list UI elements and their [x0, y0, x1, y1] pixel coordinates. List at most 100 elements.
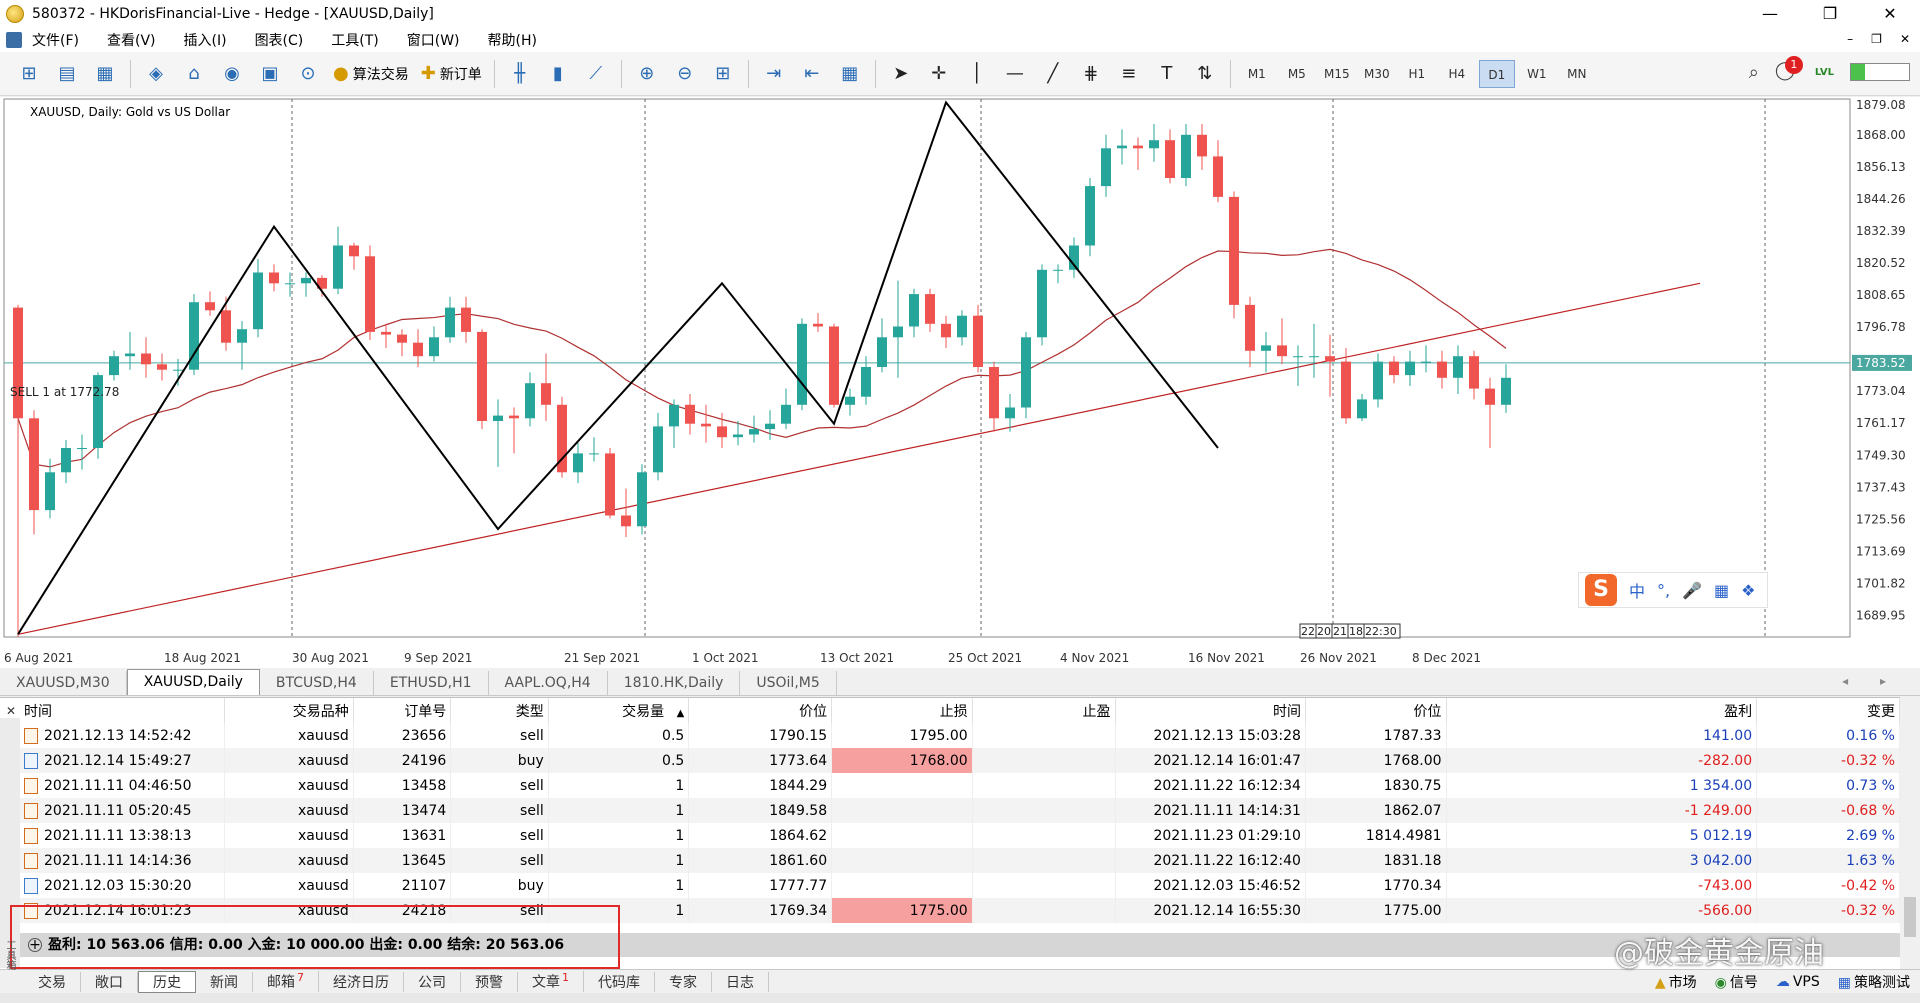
- table-row[interactable]: 2021.12.14 15:49:27 xauusd 24196 buy 0.5 1773…: [20, 748, 1900, 773]
- table-row[interactable]: 2021.12.03 15:30:20 xauusd 21107 buy 1 1777.7…: [20, 873, 1900, 898]
- close-terminal-icon[interactable]: ✕: [6, 704, 16, 718]
- col-take-profit[interactable]: 止盈: [972, 698, 1116, 723]
- chart-tab[interactable]: 1810.HK,Daily: [608, 671, 741, 695]
- document-icon[interactable]: [6, 32, 22, 48]
- chart-tab[interactable]: BTCUSD,H4: [260, 671, 374, 695]
- microphone-icon[interactable]: 🎤: [1682, 581, 1702, 600]
- tab-scroll-arrows[interactable]: ◂ ▸: [1842, 674, 1900, 688]
- data-window-icon[interactable]: ◈: [141, 59, 171, 89]
- terminal-scrollbar[interactable]: [1900, 697, 1920, 969]
- crosshair-icon[interactable]: ✛: [924, 59, 954, 89]
- timeframe-m1[interactable]: M1: [1239, 60, 1275, 88]
- zoom-in-icon[interactable]: ⊕: [632, 59, 662, 89]
- chart-tab[interactable]: AAPL.OQ,H4: [489, 671, 608, 695]
- close-button[interactable]: ✕: [1860, 0, 1920, 28]
- candlestick-icon[interactable]: ▮: [543, 59, 573, 89]
- table-row[interactable]: 2021.11.11 05:20:45 xauusd 13474 sell 1 1849.…: [20, 798, 1900, 823]
- col-open-time[interactable]: 时间: [20, 698, 225, 723]
- tester-icon[interactable]: ⊙: [293, 59, 323, 89]
- col-change[interactable]: 变更: [1756, 698, 1900, 723]
- col-close-time[interactable]: 时间: [1115, 698, 1306, 723]
- col-profit[interactable]: 盈利: [1446, 698, 1758, 723]
- table-row[interactable]: 2021.11.11 14:14:36 xauusd 13645 sell 1 1861.…: [20, 848, 1900, 873]
- tab-code-base[interactable]: 代码库: [584, 971, 655, 992]
- col-volume[interactable]: 交易量 ▲: [548, 698, 690, 723]
- new-order-button[interactable]: ✚ 新订单: [421, 59, 482, 89]
- menu-window[interactable]: 窗口(W): [407, 30, 460, 50]
- lvl-icon[interactable]: LVL: [1815, 67, 1834, 78]
- algo-trading-button[interactable]: ● 算法交易: [333, 59, 409, 89]
- ime-toolbar[interactable]: S 中 °, 🎤 ▦ ❖: [1578, 572, 1768, 608]
- tab-calendar[interactable]: 经济日历: [319, 971, 404, 992]
- timeframe-d1[interactable]: D1: [1478, 59, 1515, 88]
- menu-help[interactable]: 帮助(H): [488, 30, 537, 50]
- market-button[interactable]: ▲ 市场: [1655, 972, 1697, 992]
- tab-news[interactable]: 新闻: [196, 971, 253, 992]
- line-chart-icon[interactable]: ⟋: [581, 59, 611, 89]
- trendline-icon[interactable]: ╱: [1038, 59, 1068, 89]
- chart-area[interactable]: 1879.08 1868.00 1856.13 1844.26 1832.39 1820.…: [0, 97, 1920, 668]
- auto-scroll-icon[interactable]: ⇥: [759, 59, 789, 89]
- timeframe-m5[interactable]: M5: [1279, 60, 1315, 88]
- ime-chinese-mode[interactable]: 中: [1629, 578, 1645, 602]
- horizontal-line-icon[interactable]: —: [1000, 59, 1030, 89]
- tab-alerts[interactable]: 预警: [461, 971, 518, 992]
- menu-view[interactable]: 查看(V): [107, 30, 156, 50]
- col-symbol[interactable]: 交易品种: [224, 698, 354, 723]
- signals-button[interactable]: ◉ 信号: [1715, 972, 1758, 992]
- mdi-restore-button[interactable]: ❐: [1871, 32, 1882, 46]
- table-row[interactable]: 2021.12.13 14:52:42 xauusd 23656 sell 0.5 179…: [20, 723, 1900, 748]
- text-icon[interactable]: T: [1152, 59, 1182, 89]
- cursor-icon[interactable]: ➤: [886, 59, 916, 89]
- arrows-icon[interactable]: ⇅: [1190, 59, 1220, 89]
- bar-chart-icon[interactable]: ╫: [505, 59, 535, 89]
- chart-tab[interactable]: ETHUSD,H1: [374, 671, 489, 695]
- new-chart-icon[interactable]: ⊞: [14, 59, 44, 89]
- tile-windows-icon[interactable]: ⊞: [708, 59, 738, 89]
- chart-tab[interactable]: XAUUSD,M30: [0, 671, 127, 695]
- profiles-icon[interactable]: ▤: [52, 59, 82, 89]
- tab-experts[interactable]: 专家: [655, 971, 712, 992]
- tab-journal[interactable]: 日志: [712, 971, 769, 992]
- col-ticket[interactable]: 订单号: [353, 698, 452, 723]
- timeframe-mn[interactable]: MN: [1559, 60, 1595, 88]
- fibonacci-icon[interactable]: ≡: [1114, 59, 1144, 89]
- table-row[interactable]: 2021.11.11 04:46:50 xauusd 13458 sell 1 1844.…: [20, 773, 1900, 798]
- menu-insert[interactable]: 插入(I): [184, 30, 227, 50]
- market-watch-icon[interactable]: ▦: [90, 59, 120, 89]
- menu-chart[interactable]: 图表(C): [255, 30, 304, 50]
- timeframe-h1[interactable]: H1: [1399, 60, 1435, 88]
- notifications-button[interactable]: ◯ 1: [1775, 56, 1803, 84]
- keyboard-icon[interactable]: ▦: [1714, 581, 1729, 600]
- chart-tab[interactable]: USOil,M5: [740, 671, 837, 695]
- scrollbar-thumb[interactable]: [1904, 897, 1916, 937]
- minimize-button[interactable]: —: [1740, 0, 1800, 28]
- col-close-price[interactable]: 价位: [1305, 698, 1447, 723]
- menu-file[interactable]: 文件(F): [32, 30, 79, 50]
- vertical-line-icon[interactable]: │: [962, 59, 992, 89]
- tab-history[interactable]: 历史: [138, 970, 196, 993]
- col-stop-loss[interactable]: 止损: [831, 698, 973, 723]
- mdi-close-button[interactable]: ✕: [1900, 32, 1910, 46]
- tab-mailbox[interactable]: 邮箱 7: [253, 971, 319, 992]
- terminal-icon[interactable]: ▣: [255, 59, 285, 89]
- menu-tools[interactable]: 工具(T): [331, 30, 378, 50]
- mdi-minimize-button[interactable]: –: [1847, 32, 1853, 46]
- zoom-out-icon[interactable]: ⊖: [670, 59, 700, 89]
- navigator-icon[interactable]: ⌂: [179, 59, 209, 89]
- table-row[interactable]: 2021.11.11 13:38:13 xauusd 13631 sell 1 1864.…: [20, 823, 1900, 848]
- timeframe-w1[interactable]: W1: [1519, 60, 1555, 88]
- tab-company[interactable]: 公司: [404, 971, 461, 992]
- equidistant-channel-icon[interactable]: ⋕: [1076, 59, 1106, 89]
- strategy-tester-button[interactable]: ▦ 策略测试: [1838, 972, 1910, 992]
- col-price[interactable]: 价位: [688, 698, 833, 723]
- ime-menu-icon[interactable]: ❖: [1741, 581, 1755, 600]
- tab-articles[interactable]: 文章 1: [518, 971, 584, 992]
- chart-tab-active[interactable]: XAUUSD,Daily: [126, 669, 260, 695]
- chart-shift-icon[interactable]: ⇤: [797, 59, 827, 89]
- timeframe-m15[interactable]: M15: [1319, 60, 1355, 88]
- maximize-button[interactable]: ❐: [1800, 0, 1860, 28]
- vps-button[interactable]: ☁ VPS: [1776, 974, 1820, 990]
- timeframe-m30[interactable]: M30: [1359, 60, 1395, 88]
- tab-exposure[interactable]: 敞口: [81, 971, 138, 992]
